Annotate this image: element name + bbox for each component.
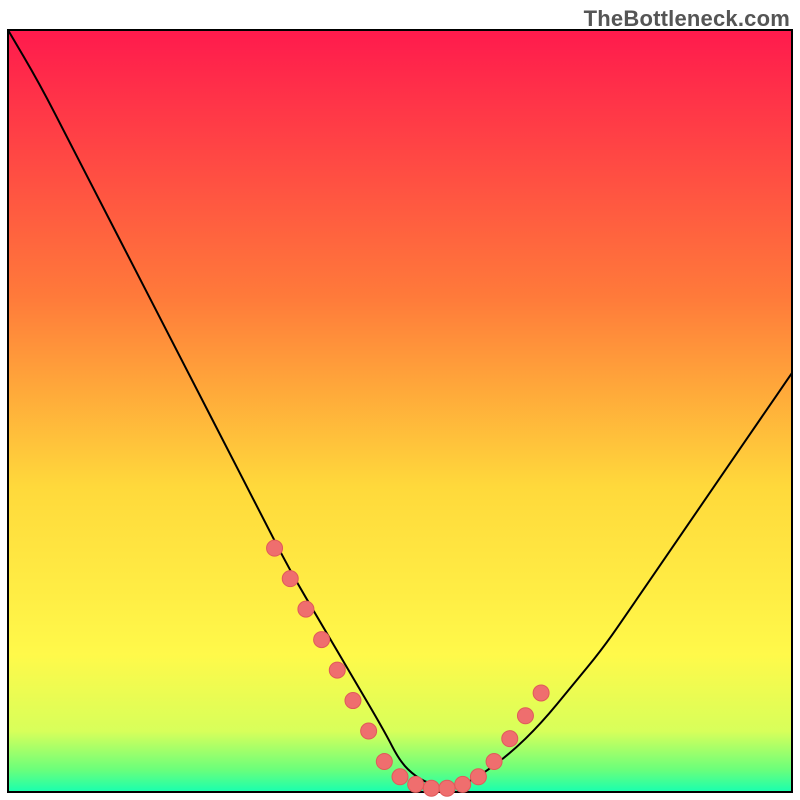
data-point — [470, 769, 486, 785]
data-point — [376, 754, 392, 770]
data-point — [282, 571, 298, 587]
data-point — [517, 708, 533, 724]
chart-container: TheBottleneck.com — [0, 0, 800, 800]
plot-background — [8, 30, 792, 792]
data-point — [314, 632, 330, 648]
data-point — [439, 780, 455, 796]
data-point — [502, 731, 518, 747]
bottleneck-curve-chart — [0, 0, 800, 800]
data-point — [408, 776, 424, 792]
data-point — [486, 754, 502, 770]
data-point — [329, 662, 345, 678]
data-point — [423, 780, 439, 796]
data-point — [298, 601, 314, 617]
data-point — [361, 723, 377, 739]
data-point — [345, 693, 361, 709]
data-point — [533, 685, 549, 701]
data-point — [392, 769, 408, 785]
data-point — [267, 540, 283, 556]
data-point — [455, 776, 471, 792]
watermark-label: TheBottleneck.com — [584, 6, 790, 32]
